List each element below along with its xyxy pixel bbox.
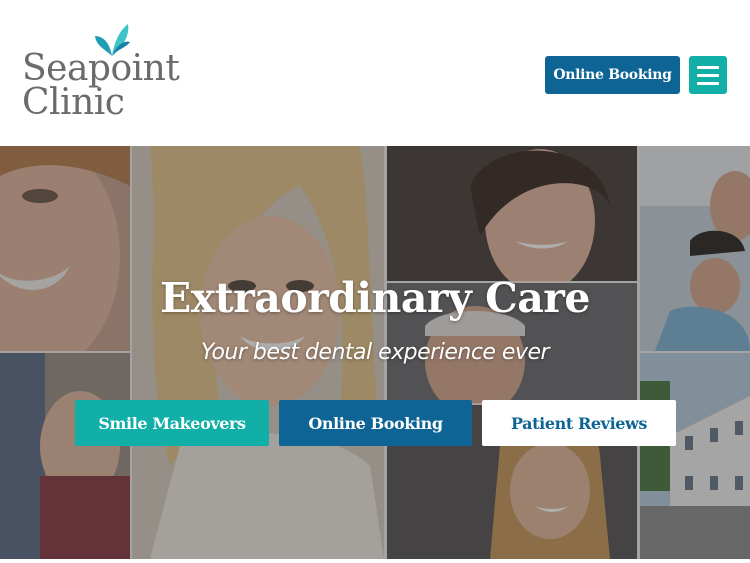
page-bottom-edge [0, 559, 750, 563]
hamburger-icon[interactable] [689, 56, 727, 94]
menu-bar [697, 81, 719, 85]
online-booking-hero-button[interactable]: Online Booking [279, 400, 472, 446]
logo-line-2: Clinic [22, 82, 125, 123]
online-booking-header-button[interactable]: Online Booking [545, 56, 680, 94]
logo-line-1: Seapoint [22, 48, 180, 89]
seapoint-clinic-logo[interactable]: Seapoint Clinic [22, 22, 180, 122]
hero-banner: Extraordinary Care Your best dental expe… [0, 146, 750, 559]
hero-subtitle: Your best dental experience ever [200, 340, 550, 365]
hero-title: Extraordinary Care [160, 274, 590, 322]
menu-bar [697, 73, 719, 77]
logo-wordmark: Seapoint Clinic [22, 48, 180, 123]
site-header: Seapoint Clinic Online Booking [0, 0, 750, 146]
smile-makeovers-button[interactable]: Smile Makeovers [75, 400, 269, 446]
menu-bar [697, 65, 719, 69]
patient-reviews-button[interactable]: Patient Reviews [482, 400, 676, 446]
